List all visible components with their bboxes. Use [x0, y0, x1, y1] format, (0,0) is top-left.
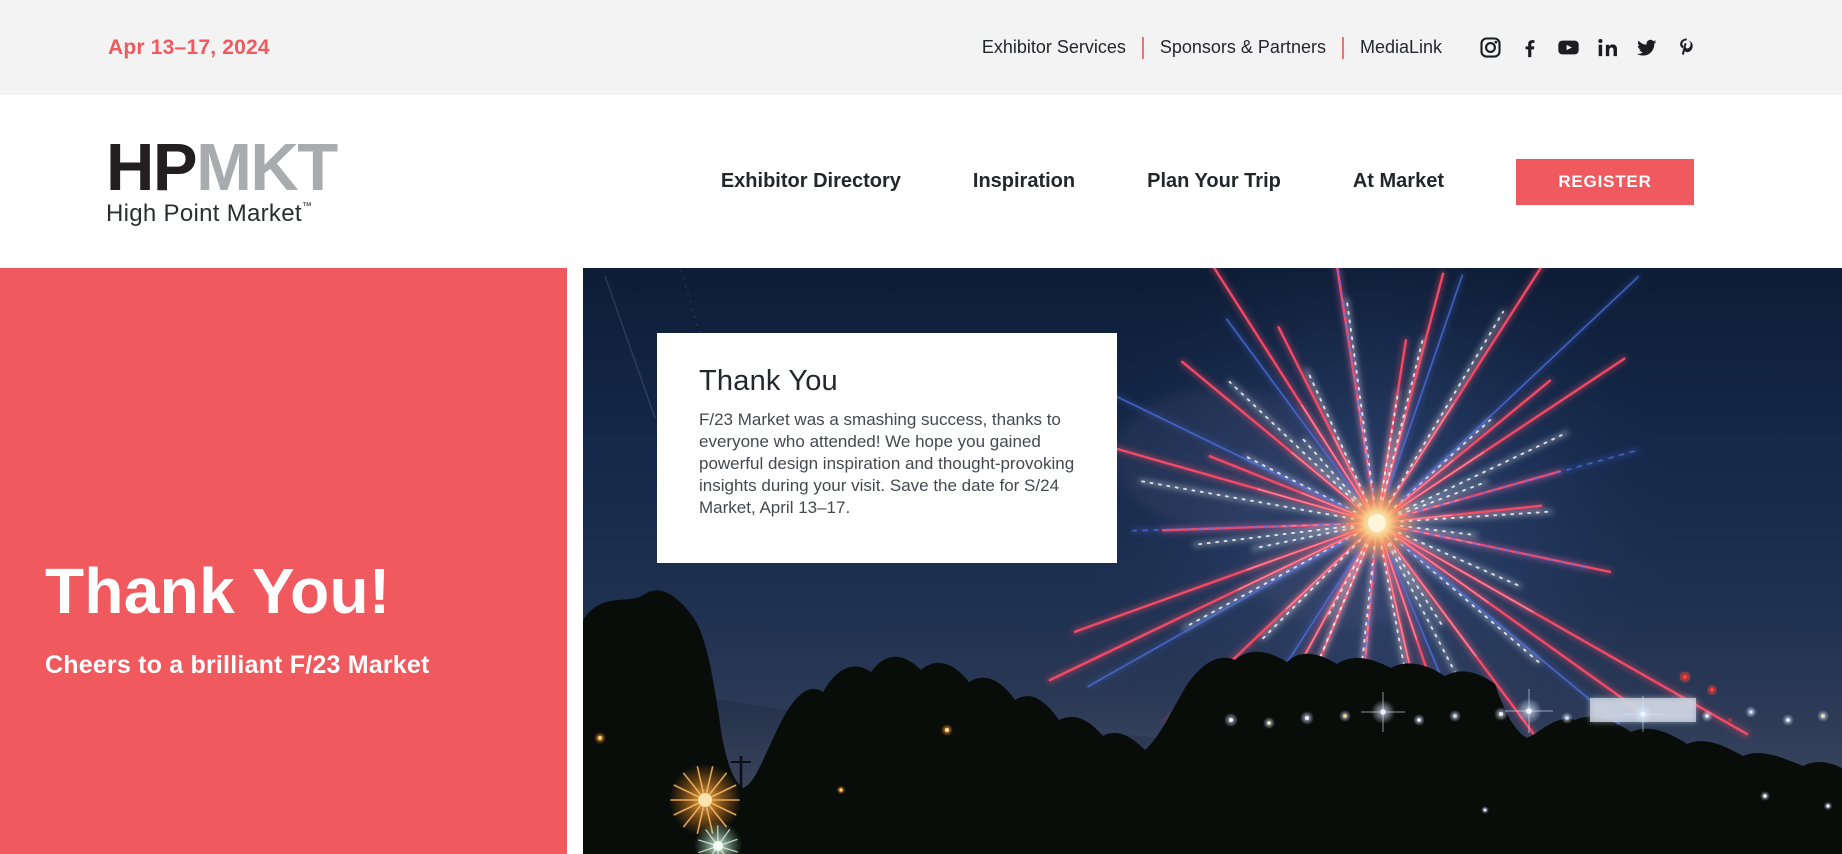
divider — [1142, 37, 1144, 59]
linkedin-icon[interactable] — [1595, 36, 1619, 60]
logo-hp: HP — [106, 130, 196, 205]
social-links — [1478, 36, 1697, 60]
card-body: F/23 Market was a smashing success, than… — [699, 409, 1081, 519]
logo-mkt: MKT — [196, 130, 337, 205]
youtube-icon[interactable] — [1556, 36, 1580, 60]
nav-exhibitor-directory[interactable]: Exhibitor Directory — [721, 170, 901, 193]
main-nav: Exhibitor Directory Inspiration Plan You… — [721, 159, 1694, 205]
logo-subtitle: High Point Market™ — [106, 202, 337, 226]
register-button[interactable]: REGISTER — [1516, 159, 1694, 205]
hpmkt-logo[interactable]: HPMKT High Point Market™ — [106, 137, 337, 227]
thank-you-card: Thank You F/23 Market was a smashing suc… — [657, 333, 1117, 563]
card-title: Thank You — [699, 365, 1077, 398]
main-header: HPMKT High Point Market™ Exhibitor Direc… — [0, 95, 1842, 268]
facebook-icon[interactable] — [1517, 36, 1541, 60]
market-dates: Apr 13–17, 2024 — [108, 36, 270, 60]
top-utility-bar: Apr 13–17, 2024 Exhibitor Services Spons… — [0, 0, 1842, 95]
instagram-icon[interactable] — [1478, 36, 1502, 60]
hero-title: Thank You! — [45, 558, 537, 625]
link-exhibitor-services[interactable]: Exhibitor Services — [982, 37, 1126, 58]
page: Apr 13–17, 2024 Exhibitor Services Spons… — [0, 0, 1842, 854]
topbar-right: Exhibitor Services Sponsors & Partners M… — [982, 36, 1697, 60]
hero-subtitle: Cheers to a brilliant F/23 Market — [45, 651, 537, 680]
link-medialink[interactable]: MediaLink — [1360, 37, 1442, 58]
divider — [1342, 37, 1344, 59]
hero-coral-panel: Thank You! Cheers to a brilliant F/23 Ma… — [0, 268, 567, 854]
nav-plan-your-trip[interactable]: Plan Your Trip — [1147, 170, 1281, 193]
nav-inspiration[interactable]: Inspiration — [973, 170, 1075, 193]
panel-photo-gap — [567, 268, 583, 854]
trademark-symbol: ™ — [302, 201, 312, 212]
link-sponsors-partners[interactable]: Sponsors & Partners — [1160, 37, 1326, 58]
pinterest-icon[interactable] — [1673, 36, 1697, 60]
twitter-icon[interactable] — [1634, 36, 1658, 60]
topbar-links: Exhibitor Services Sponsors & Partners M… — [982, 37, 1442, 59]
hero-section: Thank You! Cheers to a brilliant F/23 Ma… — [0, 268, 1842, 854]
nav-at-market[interactable]: At Market — [1353, 170, 1444, 193]
fireworks-photo: Thank You F/23 Market was a smashing suc… — [583, 268, 1842, 854]
logo-mark: HPMKT — [106, 137, 337, 199]
